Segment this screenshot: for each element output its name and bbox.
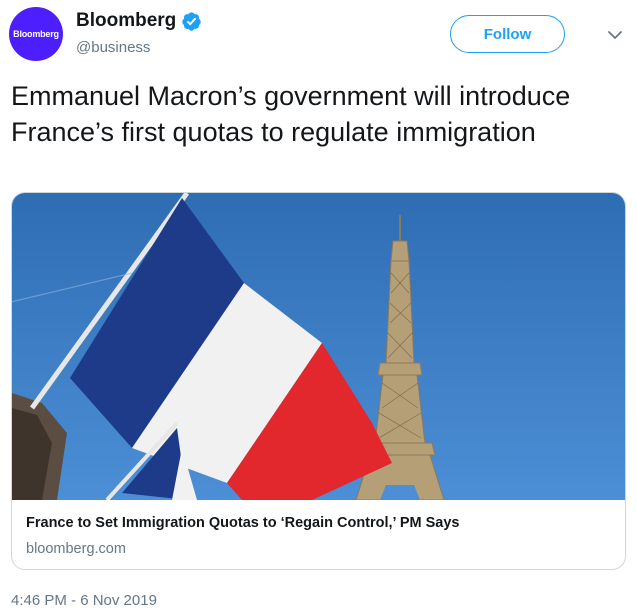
avatar[interactable]: Bloomberg <box>9 7 63 61</box>
card-title[interactable]: France to Set Immigration Quotas to ‘Reg… <box>26 515 459 531</box>
tweet-text: Emmanuel Macron’s government will introd… <box>11 81 571 147</box>
follow-button[interactable]: Follow <box>450 15 565 53</box>
french-flag-eiffel-tower-photo <box>12 193 625 500</box>
display-name[interactable]: Bloomberg <box>76 10 176 32</box>
chevron-down-icon[interactable] <box>606 26 624 44</box>
user-handle[interactable]: @business <box>76 39 150 56</box>
user-name-row: Bloomberg <box>76 10 202 32</box>
card-domain: bloomberg.com <box>26 541 126 557</box>
link-card[interactable]: France to Set Immigration Quotas to ‘Reg… <box>11 192 626 570</box>
tweet-timestamp[interactable]: 4:46 PM - 6 Nov 2019 <box>11 592 157 609</box>
verified-badge-icon <box>182 11 201 31</box>
